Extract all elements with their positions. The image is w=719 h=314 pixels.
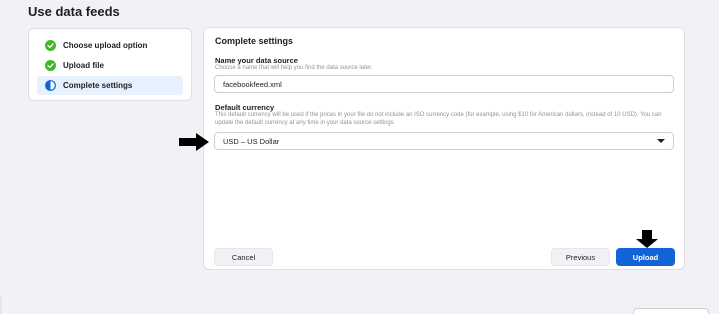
step-label: Complete settings: [63, 81, 133, 90]
default-currency-label: Default currency: [215, 103, 275, 112]
step-choose-upload-option[interactable]: Choose upload option: [37, 36, 183, 55]
steps-panel: Choose upload option Upload file Complet…: [28, 28, 192, 101]
data-source-name-input[interactable]: [214, 75, 674, 93]
settings-panel: Complete settings Name your data source …: [203, 27, 685, 270]
data-source-name-help: Choose a name that will help you find th…: [215, 65, 373, 71]
upload-button[interactable]: Upload: [616, 248, 675, 266]
step-complete-settings[interactable]: Complete settings: [37, 76, 183, 95]
arrow-down-icon: [636, 230, 658, 248]
step-upload-file[interactable]: Upload file: [37, 56, 183, 75]
half-circle-icon: [45, 80, 56, 91]
left-edge-divider: [0, 296, 2, 314]
selected-currency: USD – US Dollar: [223, 136, 280, 146]
partial-button-bottom[interactable]: [633, 308, 709, 314]
arrow-right-icon: [179, 133, 209, 151]
cancel-button[interactable]: Cancel: [214, 248, 273, 266]
data-source-name-label: Name your data source: [215, 56, 298, 65]
panel-title: Complete settings: [215, 36, 294, 46]
page: Use data feeds Choose upload option Uplo…: [0, 0, 719, 314]
step-label: Choose upload option: [63, 41, 148, 50]
check-circle-icon: [45, 40, 56, 51]
page-title: Use data feeds: [28, 4, 120, 19]
default-currency-help: This default currency will be used if th…: [215, 112, 662, 126]
default-currency-select[interactable]: USD – US Dollar: [214, 132, 674, 150]
chevron-down-icon: [657, 139, 665, 143]
check-circle-icon: [45, 60, 56, 71]
step-label: Upload file: [63, 61, 104, 70]
previous-button[interactable]: Previous: [551, 248, 610, 266]
